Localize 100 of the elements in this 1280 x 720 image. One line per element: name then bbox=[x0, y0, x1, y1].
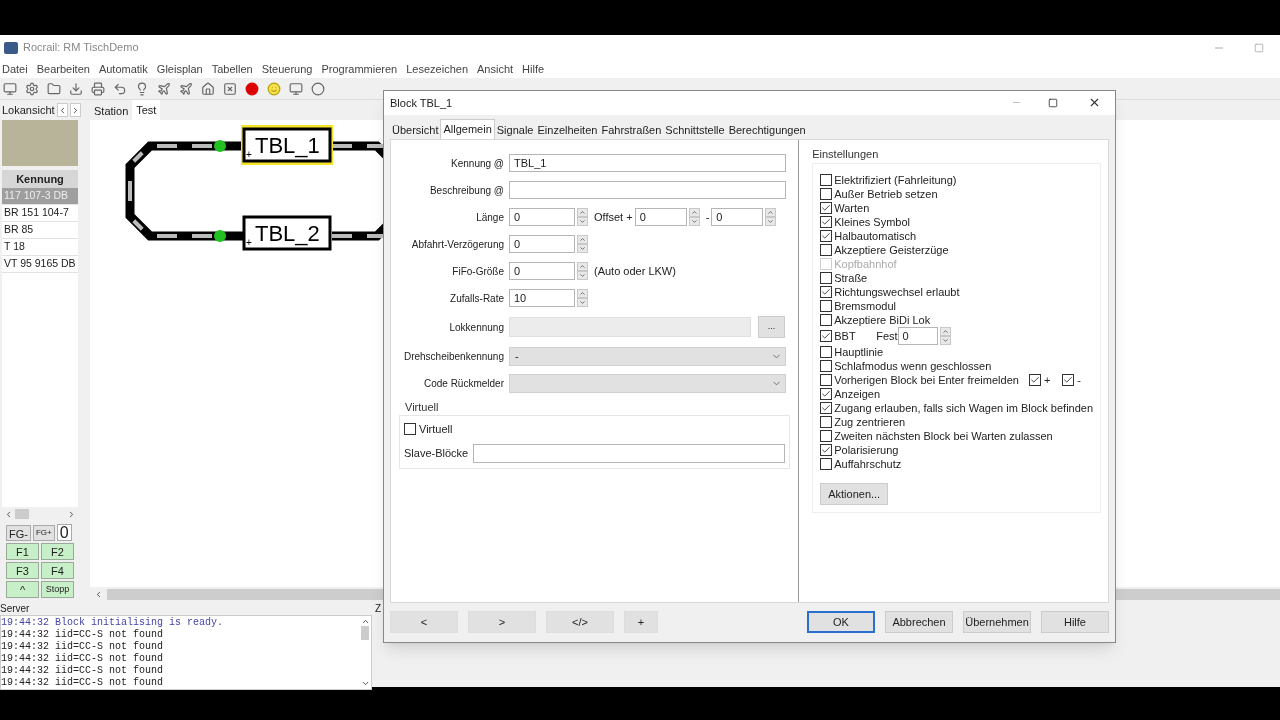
checkbox[interactable] bbox=[820, 300, 833, 313]
checkbox[interactable] bbox=[820, 244, 833, 257]
dialog-button[interactable]: Abbrechen bbox=[885, 611, 953, 634]
number-field[interactable]: 0 bbox=[634, 208, 687, 227]
locomotive-row[interactable]: BR 151 104-7 bbox=[2, 205, 78, 222]
plan-tab[interactable]: Test bbox=[132, 100, 161, 120]
menu-item[interactable]: Hilfe bbox=[522, 60, 545, 78]
function-button[interactable]: F3 bbox=[6, 562, 39, 579]
toolbar-icon[interactable] bbox=[47, 81, 61, 96]
dialog-tab[interactable]: Schnittstelle bbox=[663, 121, 727, 139]
track-block[interactable]: TBL_2 + bbox=[242, 215, 332, 251]
menu-item[interactable]: Lesezeichen bbox=[406, 60, 469, 78]
scroll-left-icon[interactable] bbox=[4, 509, 13, 519]
checkbox[interactable] bbox=[820, 458, 833, 471]
previous-button[interactable] bbox=[56, 103, 68, 117]
toolbar-icon[interactable] bbox=[135, 81, 149, 96]
toolbar-icon[interactable] bbox=[113, 81, 127, 96]
actions-button[interactable]: Aktionen... bbox=[820, 483, 889, 506]
navigation-button[interactable]: + bbox=[624, 611, 658, 634]
toolbar-icon[interactable] bbox=[245, 81, 259, 96]
number-field[interactable]: 0 bbox=[509, 235, 575, 254]
track-block[interactable]: TBL_1 + bbox=[241, 125, 333, 165]
navigation-button[interactable]: </> bbox=[546, 611, 614, 634]
number-field[interactable]: 0 bbox=[509, 262, 575, 281]
navigation-button[interactable]: < bbox=[390, 611, 458, 634]
menu-item[interactable]: Bearbeiten bbox=[36, 60, 90, 78]
function-button[interactable]: F1 bbox=[6, 543, 39, 560]
checkbox[interactable] bbox=[820, 346, 833, 359]
panel-tab[interactable]: Lokansicht bbox=[2, 101, 55, 119]
checkbox[interactable] bbox=[1028, 374, 1041, 387]
menu-item[interactable]: Automatik bbox=[98, 60, 148, 78]
spin-up-button[interactable] bbox=[939, 327, 951, 337]
scroll-left-icon[interactable] bbox=[94, 589, 103, 599]
dialog-button[interactable]: OK bbox=[807, 611, 875, 634]
function-button[interactable]: Stopp bbox=[41, 581, 74, 598]
scrollbar-thumb[interactable] bbox=[361, 626, 369, 640]
function-button[interactable]: ^ bbox=[6, 581, 39, 598]
toolbar-icon[interactable] bbox=[201, 81, 215, 96]
dialog-tab[interactable]: Allgemein bbox=[440, 118, 495, 139]
text-field[interactable] bbox=[473, 443, 786, 463]
function-group-button[interactable]: FG- bbox=[6, 524, 31, 541]
menu-item[interactable]: Steuerung bbox=[261, 60, 313, 78]
dialog-tab[interactable]: Einzelheiten bbox=[535, 121, 600, 139]
checkbox[interactable] bbox=[820, 444, 833, 457]
toolbar-icon[interactable] bbox=[289, 81, 303, 96]
checkbox[interactable] bbox=[820, 416, 833, 429]
number-field[interactable]: 0 bbox=[897, 327, 938, 346]
plan-tab[interactable]: Station bbox=[90, 103, 133, 120]
menu-item[interactable]: Gleisplan bbox=[156, 60, 203, 78]
checkbox[interactable] bbox=[820, 330, 833, 343]
menu-item[interactable]: Ansicht bbox=[477, 60, 514, 78]
menu-item[interactable]: Tabellen bbox=[211, 60, 253, 78]
dialog-button[interactable]: Hilfe bbox=[1041, 611, 1109, 634]
checkbox[interactable] bbox=[820, 360, 833, 373]
menu-item[interactable]: Datei bbox=[2, 60, 28, 78]
toolbar-icon[interactable] bbox=[25, 81, 39, 96]
checkbox[interactable] bbox=[820, 272, 833, 285]
next-button[interactable] bbox=[69, 103, 81, 117]
checkbox[interactable] bbox=[820, 374, 833, 387]
checkbox[interactable] bbox=[820, 402, 833, 415]
checkbox[interactable] bbox=[820, 430, 833, 443]
dialog-tab[interactable]: Berechtigungen bbox=[726, 121, 808, 139]
number-field[interactable]: 10 bbox=[509, 289, 575, 308]
checkbox[interactable] bbox=[820, 286, 833, 299]
function-button[interactable]: F2 bbox=[41, 543, 74, 560]
dialog-tab[interactable]: Fahrstraßen bbox=[599, 121, 664, 139]
function-button[interactable]: F4 bbox=[41, 562, 74, 579]
navigation-button[interactable]: > bbox=[468, 611, 536, 634]
spin-up-button[interactable] bbox=[688, 208, 700, 218]
checkbox[interactable] bbox=[404, 423, 416, 436]
text-field[interactable] bbox=[509, 181, 786, 200]
scroll-up-icon[interactable] bbox=[360, 617, 370, 626]
scroll-right-icon[interactable] bbox=[67, 509, 76, 519]
locomotive-row[interactable]: VT 95 9165 DB bbox=[2, 256, 78, 273]
checkbox[interactable] bbox=[820, 314, 833, 327]
maximize-icon[interactable] bbox=[1048, 97, 1058, 108]
toolbar-icon[interactable] bbox=[311, 81, 325, 96]
dialog-tab[interactable]: Übersicht bbox=[390, 121, 441, 139]
dialog-tab[interactable]: Signale bbox=[494, 121, 536, 139]
toolbar-icon[interactable] bbox=[223, 81, 237, 96]
dialog-button[interactable]: Übernehmen bbox=[963, 611, 1031, 634]
scrollbar-thumb[interactable] bbox=[15, 509, 29, 519]
checkbox[interactable] bbox=[820, 216, 833, 229]
spin-up-button[interactable] bbox=[765, 208, 777, 218]
menu-item[interactable]: Programmieren bbox=[321, 60, 398, 78]
checkbox[interactable] bbox=[820, 188, 833, 201]
function-group-button[interactable]: FG+ bbox=[32, 524, 55, 541]
checkbox[interactable] bbox=[1062, 374, 1075, 387]
toolbar-icon[interactable] bbox=[3, 81, 17, 96]
checkbox[interactable] bbox=[820, 230, 833, 243]
locomotive-row[interactable]: BR 85 bbox=[2, 222, 78, 239]
number-field[interactable]: 0 bbox=[711, 208, 764, 227]
toolbar-icon[interactable] bbox=[91, 81, 105, 96]
toolbar-icon[interactable] bbox=[69, 81, 83, 96]
browse-button[interactable]: ... bbox=[758, 316, 785, 339]
scroll-down-icon[interactable] bbox=[360, 679, 370, 688]
checkbox[interactable] bbox=[820, 202, 833, 215]
text-field[interactable]: TBL_1 bbox=[509, 154, 786, 173]
toolbar-icon[interactable] bbox=[157, 81, 171, 96]
toolbar-icon[interactable] bbox=[179, 81, 193, 96]
